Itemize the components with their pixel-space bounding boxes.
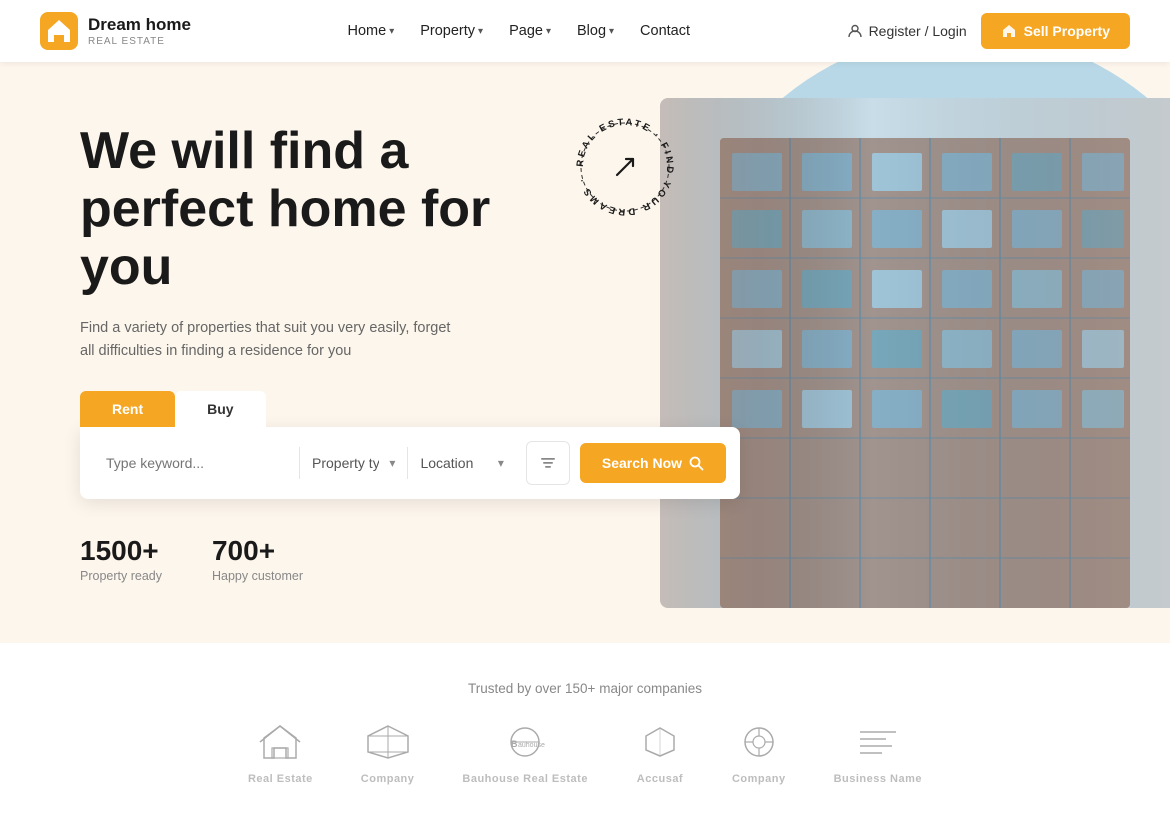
company2-logo-name: Company — [732, 773, 786, 785]
company2-logo-icon — [735, 722, 783, 769]
navbar: Dream home Real Estate Home ▾ Property ▾… — [0, 0, 1170, 62]
stat-customer-label: Happy customer — [212, 569, 303, 583]
search-now-button[interactable]: Search Now — [580, 443, 726, 483]
property-type-select-wrapper: Property type House Apartment Villa Offi… — [300, 447, 408, 479]
trusted-logos: Real Estate Company B auhouse — [80, 722, 1090, 785]
stat-customer-value: 700+ — [212, 535, 303, 567]
business-logo-name: Business Name — [834, 773, 922, 785]
stat-customer: 700+ Happy customer — [212, 535, 303, 583]
accusaf-logo-name: Accusaf — [637, 773, 683, 785]
nav-contact[interactable]: Contact — [630, 17, 700, 45]
trusted-logo-bauhouse: B auhouse Bauhouse Real Estate — [462, 722, 588, 785]
hero-description: Find a variety of properties that suit y… — [80, 317, 460, 363]
tab-rent[interactable]: Rent — [80, 391, 175, 427]
logo[interactable]: Dream home Real Estate — [40, 12, 191, 50]
nav-right: Register / Login Sell Property — [847, 13, 1130, 49]
stat-property-label: Property ready — [80, 569, 162, 583]
brand-title: Dream home — [88, 15, 191, 35]
user-icon — [847, 23, 863, 39]
home-sell-icon — [1001, 23, 1017, 39]
keyword-input[interactable] — [94, 447, 300, 479]
nav-blog[interactable]: Blog ▾ — [567, 17, 624, 45]
nav-property[interactable]: Property ▾ — [410, 17, 493, 45]
sell-property-button[interactable]: Sell Property — [981, 13, 1130, 49]
hero-stats: 1500+ Property ready 700+ Happy customer — [80, 535, 570, 583]
stat-property: 1500+ Property ready — [80, 535, 162, 583]
search-icon — [689, 456, 704, 471]
hero-content: We will find a perfect home for you Find… — [0, 62, 570, 643]
register-login-link[interactable]: Register / Login — [847, 23, 967, 39]
trusted-logo-company2: Company — [732, 722, 786, 785]
trusted-logo-company1: Company — [361, 722, 415, 785]
location-select[interactable]: Location New York Los Angeles Chicago — [408, 447, 515, 479]
company1-logo-icon — [364, 722, 412, 769]
nav-links: Home ▾ Property ▾ Page ▾ Blog ▾ Contact — [338, 17, 701, 45]
trusted-logo-real-estate: Real Estate — [248, 722, 313, 785]
svg-text:B: B — [511, 739, 518, 749]
bauhouse-logo-icon: B auhouse — [501, 722, 549, 769]
accusaf-logo-icon — [636, 722, 684, 769]
search-box: Property type House Apartment Villa Offi… — [80, 427, 740, 499]
stat-property-value: 1500+ — [80, 535, 162, 567]
brand-subtitle: Real Estate — [88, 36, 191, 47]
trusted-section: Trusted by over 150+ major companies Rea… — [0, 643, 1170, 815]
nav-home[interactable]: Home ▾ — [338, 17, 405, 45]
hero-title: We will find a perfect home for you — [80, 122, 570, 297]
trusted-logo-business: Business Name — [834, 722, 922, 785]
real-estate-logo-name: Real Estate — [248, 773, 313, 785]
circular-badge: REAL ESTATE · FIND YOUR DREAMS · — [570, 112, 680, 222]
real-estate-logo-icon — [256, 722, 304, 769]
logo-icon — [40, 12, 78, 50]
search-tabs: Rent Buy — [80, 391, 570, 427]
svg-text:auhouse: auhouse — [518, 742, 545, 749]
filter-icon-button[interactable] — [526, 441, 570, 485]
tab-buy[interactable]: Buy — [175, 391, 265, 427]
trusted-logo-accusaf: Accusaf — [636, 722, 684, 785]
filter-icon — [538, 453, 558, 473]
company1-logo-name: Company — [361, 773, 415, 785]
nav-page[interactable]: Page ▾ — [499, 17, 561, 45]
property-type-select[interactable]: Property type House Apartment Villa Offi… — [300, 447, 407, 479]
trusted-title: Trusted by over 150+ major companies — [468, 681, 702, 696]
hero-section: REAL ESTATE · FIND YOUR DREAMS · We will… — [0, 62, 1170, 643]
building-svg — [660, 98, 1170, 608]
bauhouse-logo-name: Bauhouse Real Estate — [462, 773, 588, 785]
business-logo-icon — [854, 722, 902, 769]
building-image — [660, 98, 1170, 608]
location-select-wrapper: Location New York Los Angeles Chicago — [408, 447, 515, 479]
